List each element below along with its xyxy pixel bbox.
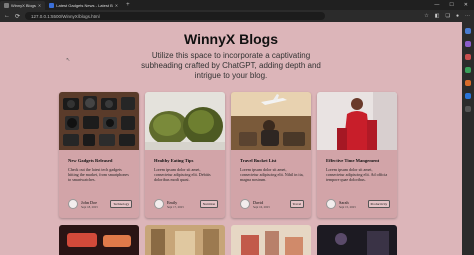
card-title: Travel Bucket List <box>240 158 277 163</box>
card-excerpt: Lorem ipsum dolor sit amet, consectetur … <box>240 167 304 182</box>
tab-winnyx-blogs[interactable]: WinnyX Blogs ✕ <box>0 0 46 10</box>
card-image-airport <box>231 92 311 150</box>
url-field[interactable]: 127.0.0.1:5500/WinnyX/blogs.html <box>25 12 326 20</box>
category-tag[interactable]: Travel <box>289 200 304 208</box>
new-tab-icon[interactable]: + <box>122 2 134 8</box>
card-image-cameras <box>59 92 139 150</box>
browser-tab-strip: WinnyX Blogs ✕ Latest Gadgets News - Lat… <box>0 0 474 10</box>
page-favicon-icon <box>4 2 9 8</box>
card-title: New Gadgets Released <box>68 158 113 163</box>
category-tag[interactable]: Productivity <box>367 200 390 208</box>
card-author: John Doe Sept 18, 2023 Technology <box>68 198 132 210</box>
avatar <box>326 199 336 209</box>
card-image-neon-sign[interactable] <box>59 225 139 255</box>
blog-card[interactable]: Travel Bucket List Lorem ipsum dolor sit… <box>231 92 311 218</box>
window-controls: — ☐ ✕ <box>434 2 474 8</box>
close-window-icon[interactable]: ✕ <box>464 2 468 8</box>
card-excerpt: Check out the latest tech gadgets hittin… <box>68 167 129 182</box>
outlook-icon[interactable] <box>465 93 471 99</box>
blog-card[interactable]: Healthy Eating Tips Lorem ipsum dolor si… <box>145 92 225 218</box>
blog-card[interactable]: New Gadgets Released Check out the lates… <box>59 92 139 218</box>
card-image-interior[interactable] <box>145 225 225 255</box>
avatar <box>154 199 164 209</box>
post-date: Sept 16, 2023 <box>253 204 270 209</box>
favorite-star-icon[interactable]: ☆ <box>424 13 428 19</box>
card-author: David Sept 16, 2023 Travel <box>240 198 304 210</box>
avatar <box>68 199 78 209</box>
card-image-avocados <box>145 92 225 150</box>
shopping-icon[interactable] <box>465 41 471 47</box>
post-date: Sept 18, 2023 <box>81 204 98 209</box>
collections-icon[interactable]: ❏ <box>445 13 449 19</box>
address-bar-row: ← ⟳ 127.0.0.1:5500/WinnyX/blogs.html ☆ ◧… <box>0 10 474 22</box>
profile-icon[interactable]: ● <box>456 13 459 19</box>
card-image-night-scene[interactable] <box>317 225 397 255</box>
card-author: Sarah Sept 15, 2023 Productivity <box>326 198 390 210</box>
tools-icon[interactable] <box>465 54 471 60</box>
search-icon[interactable] <box>465 28 471 34</box>
category-tag[interactable]: Technology <box>110 200 132 208</box>
close-tab-icon[interactable]: ✕ <box>115 3 118 8</box>
minimize-icon[interactable]: — <box>434 2 439 8</box>
games-icon[interactable] <box>465 67 471 73</box>
blog-card-grid-row-2 <box>59 225 397 255</box>
blog-card[interactable]: Effective Time Mangement Lorem ipsum dol… <box>317 92 397 218</box>
post-date: Sept 15, 2023 <box>339 204 356 209</box>
browser-toolbar: ☆ ◧ ❏ ● ⋯ <box>424 13 470 19</box>
card-title: Healthy Eating Tips <box>154 158 194 163</box>
post-date: Sept 17, 2023 <box>167 204 184 209</box>
url-text: 127.0.0.1:5500/WinnyX/blogs.html <box>31 13 100 19</box>
page-title: WinnyX Blogs <box>184 31 278 47</box>
back-icon[interactable]: ← <box>4 13 10 19</box>
avatar <box>240 199 250 209</box>
blog-card-grid: New Gadgets Released Check out the lates… <box>59 92 397 218</box>
tab-label: WinnyX Blogs <box>11 2 36 8</box>
more-menu-icon[interactable]: ⋯ <box>465 13 470 19</box>
page-favicon-icon <box>49 2 55 8</box>
mouse-cursor-icon: ↖ <box>66 57 71 63</box>
extensions-icon[interactable]: ◧ <box>435 13 440 19</box>
office-icon[interactable] <box>465 80 471 86</box>
card-image-city[interactable] <box>231 225 311 255</box>
card-excerpt: Lorem ipsum dolor sit amet, consectetur … <box>326 167 388 182</box>
add-icon[interactable] <box>465 106 471 112</box>
browser-sidebar <box>462 22 474 255</box>
card-excerpt: Lorem ipsum dolor sit amet, consectetur … <box>154 167 211 182</box>
card-title: Effective Time Mangement <box>326 158 380 163</box>
refresh-icon[interactable]: ⟳ <box>15 13 20 20</box>
maximize-icon[interactable]: ☐ <box>449 2 453 8</box>
blog-page: WinnyX Blogs Utilize this space to incor… <box>0 22 462 255</box>
tab-latest-gadgets[interactable]: Latest Gadgets News - Latest B ✕ <box>45 1 122 10</box>
tab-label: Latest Gadgets News - Latest B <box>56 2 113 8</box>
category-tag[interactable]: Nutrition <box>199 200 218 208</box>
close-tab-icon[interactable]: ✕ <box>38 3 41 8</box>
card-image-woman-red-dress <box>317 92 397 150</box>
page-subtitle: Utilize this space to incorporate a capt… <box>141 51 321 80</box>
card-author: Emily Sept 17, 2023 Nutrition <box>154 198 218 210</box>
